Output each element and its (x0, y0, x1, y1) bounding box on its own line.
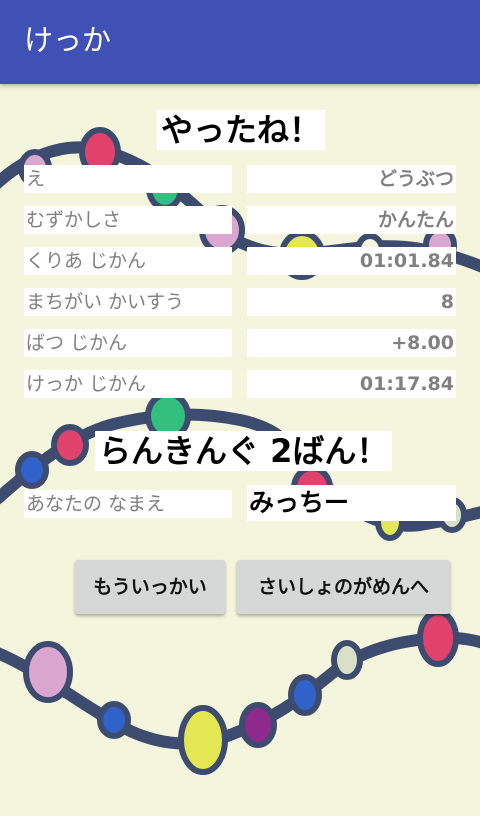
row-value-penalty-time: +8.00 (247, 329, 456, 357)
row-label-penalty-time: ばつ じかん (24, 329, 232, 357)
row-value-picture: どうぶつ (247, 165, 456, 193)
row-value-difficulty: かんたん (247, 206, 456, 234)
row-value-result-time: 01:17.84 (247, 370, 456, 398)
row-label-difficulty: むずかしさ (24, 206, 232, 234)
ranking-title: らんきんぐ 2ばん！ (95, 431, 393, 471)
row-value-clear-time: 01:01.84 (247, 247, 456, 275)
result-title: やったね！ (157, 110, 326, 150)
row-label-picture: え (24, 165, 232, 193)
result-content: やったね！ え どうぶつ むずかしさ かんたん くりあ じかん 01:01.84… (0, 0, 480, 816)
row-label-result-time: けっか じかん (24, 370, 232, 398)
row-value-mistakes: 8 (247, 288, 456, 316)
name-label: あなたの なまえ (24, 490, 232, 518)
name-input[interactable] (247, 485, 456, 521)
retry-button[interactable]: もういっかい (75, 560, 225, 614)
app-bar-title: けっか (24, 23, 112, 57)
to-start-screen-button[interactable]: さいしょのがめんへ (237, 560, 450, 614)
app-bar: けっか (0, 0, 480, 84)
row-label-mistakes: まちがい かいすう (24, 288, 232, 316)
row-label-clear-time: くりあ じかん (24, 247, 232, 275)
